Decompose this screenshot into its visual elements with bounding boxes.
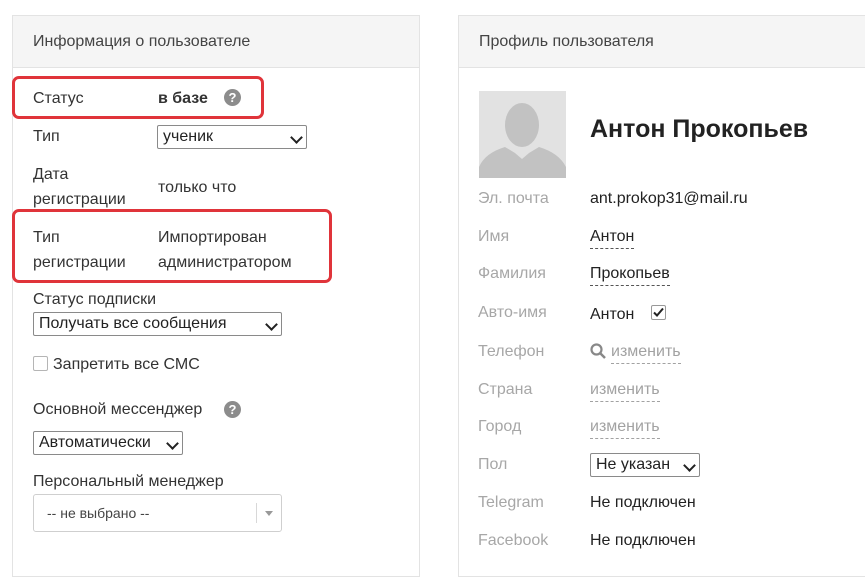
phone-change-link[interactable]: изменить bbox=[611, 341, 681, 364]
manager-select-value: -- не выбрано -- bbox=[47, 505, 150, 521]
chevron-down-icon bbox=[166, 437, 179, 450]
status-value: в базе bbox=[158, 90, 208, 107]
email-value: ant.prokop31@mail.ru bbox=[590, 190, 748, 207]
gender-select-value: Не указан bbox=[596, 456, 671, 473]
gender-select[interactable]: Не указан bbox=[590, 453, 700, 477]
type-select[interactable]: ученик bbox=[157, 125, 307, 149]
telegram-label: Telegram bbox=[478, 494, 544, 511]
last-name-editable[interactable]: Прокопьев bbox=[590, 263, 670, 286]
gender-label: Пол bbox=[478, 456, 508, 473]
manager-select[interactable]: -- не выбрано -- bbox=[33, 494, 282, 532]
auto-name-label: Авто-имя bbox=[478, 304, 547, 321]
checkmark-icon bbox=[653, 307, 664, 317]
country-change-link[interactable]: изменить bbox=[590, 379, 660, 402]
type-select-value: ученик bbox=[163, 128, 214, 145]
city-change-link[interactable]: изменить bbox=[590, 416, 660, 439]
messenger-select-value: Автоматически bbox=[39, 434, 151, 451]
status-help-icon[interactable]: ? bbox=[224, 89, 241, 106]
reg-type-value-line1: Импортирован bbox=[158, 229, 267, 246]
reg-type-label-line1: Тип bbox=[33, 229, 60, 246]
auto-name-value: Антон bbox=[590, 306, 635, 323]
combo-divider bbox=[256, 503, 257, 523]
avatar-placeholder-icon bbox=[479, 91, 566, 178]
first-name-editable[interactable]: Антон bbox=[590, 226, 635, 249]
facebook-value: Не подключен bbox=[590, 532, 696, 549]
country-label: Страна bbox=[478, 381, 533, 398]
city-label: Город bbox=[478, 418, 522, 435]
chevron-down-icon bbox=[683, 459, 696, 472]
reg-type-value-line2: администратором bbox=[158, 254, 292, 271]
manager-label: Персональный менеджер bbox=[33, 473, 224, 490]
block-sms-label: Запретить все СМС bbox=[53, 356, 200, 373]
messenger-help-icon[interactable]: ? bbox=[224, 401, 241, 418]
last-name-label: Фамилия bbox=[478, 265, 546, 282]
phone-label: Телефон bbox=[478, 343, 545, 360]
chevron-down-icon bbox=[265, 318, 278, 331]
block-sms-checkbox[interactable] bbox=[33, 356, 48, 371]
first-name-label: Имя bbox=[478, 228, 510, 245]
telegram-value: Не подключен bbox=[590, 494, 696, 511]
facebook-label: Facebook bbox=[478, 532, 549, 549]
chevron-down-icon bbox=[290, 131, 303, 144]
search-icon bbox=[590, 343, 606, 364]
profile-full-name: Антон Прокопьев bbox=[590, 115, 809, 143]
user-profile-title: Профиль пользователя bbox=[459, 16, 865, 68]
subscription-select[interactable]: Получать все сообщения bbox=[33, 312, 282, 336]
user-info-title: Информация о пользователе bbox=[13, 16, 419, 68]
reg-date-value: только что bbox=[158, 179, 237, 196]
subscription-select-value: Получать все сообщения bbox=[39, 315, 227, 332]
caret-down-icon bbox=[265, 511, 273, 516]
type-label: Тип bbox=[33, 128, 60, 145]
reg-date-label-line1: Дата bbox=[33, 166, 69, 183]
messenger-label: Основной мессенджер bbox=[33, 401, 203, 418]
messenger-select[interactable]: Автоматически bbox=[33, 431, 183, 455]
auto-name-checkbox[interactable] bbox=[651, 305, 666, 320]
status-label: Статус bbox=[33, 90, 84, 107]
reg-type-label-line2: регистрации bbox=[33, 254, 126, 271]
subscription-label: Статус подписки bbox=[33, 291, 157, 308]
email-label: Эл. почта bbox=[478, 190, 549, 207]
